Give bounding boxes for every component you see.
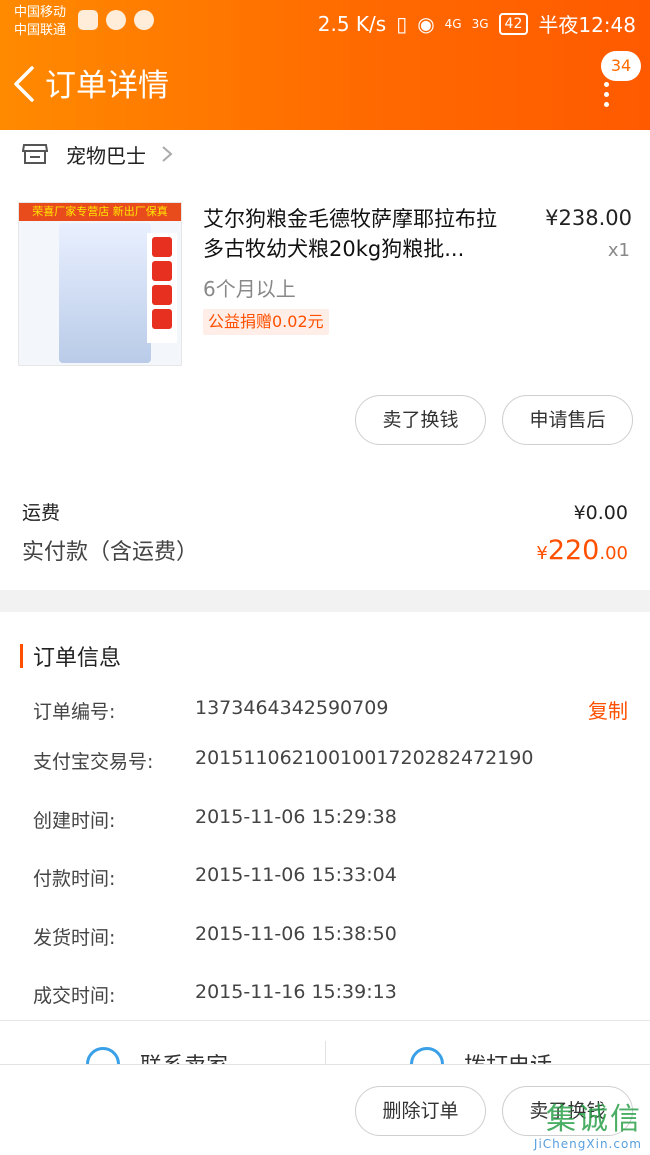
contact-divider	[325, 1041, 326, 1064]
page-title: 订单详情	[45, 68, 169, 104]
call-phone-button[interactable]: 拨打电话	[410, 1047, 552, 1064]
notification-icons	[78, 10, 154, 30]
product-sku: 6个月以上	[203, 277, 296, 301]
product-quantity: x1	[607, 240, 630, 261]
deal-time-label: 成交时间:	[33, 985, 116, 1007]
product-image-banner: 荣喜厂家专营店 新出厂保真	[19, 203, 181, 221]
order-number-value: 1373464342590709	[195, 697, 389, 719]
alipay-trade-value: 2015110621001001720282472190	[195, 747, 534, 769]
product-title[interactable]: 艾尔狗粮金毛德牧萨摩耶拉布拉多古牧幼犬粮20kg狗粮批...	[203, 204, 515, 264]
order-info-section: 订单信息 复制 订单编号: 1373464342590709 支付宝交易号: 2…	[0, 612, 650, 1020]
status-right: 2.5 K/s ▯ ◉ 4G 3G 42 半夜12:48	[318, 9, 636, 38]
carrier-2: 中国联通	[14, 23, 67, 38]
paid-label: 实付款（含运费）	[22, 540, 199, 565]
chat-bubble-icon	[106, 10, 126, 30]
paid-amount: ¥220.00	[536, 535, 628, 566]
alipay-trade-label: 支付宝交易号:	[33, 751, 154, 773]
phone-icon	[410, 1047, 444, 1064]
carrier-1: 中国移动	[14, 5, 67, 20]
site-watermark: 集诚信 JiChengXin.com	[533, 1102, 642, 1152]
store-icon	[22, 144, 48, 164]
deal-time-value: 2015-11-16 15:39:13	[195, 981, 397, 1003]
flower-icon	[134, 10, 154, 30]
call-phone-label: 拨打电话	[464, 1048, 552, 1064]
back-arrow-icon[interactable]	[10, 64, 40, 104]
created-time-label: 创建时间:	[33, 810, 116, 832]
paid-currency: ¥	[536, 543, 548, 564]
after-sale-button[interactable]: 申请售后	[502, 395, 633, 445]
order-card: 宠物巴士 荣喜厂家专营店 新出厂保真 艾尔狗粮金毛德牧萨摩耶拉布拉多古牧幼犬粮2…	[0, 130, 650, 590]
chevron-right-icon	[162, 146, 173, 162]
nav-bar: 订单详情 34	[0, 51, 650, 122]
order-info-header: 订单信息	[20, 640, 121, 672]
header-bar: 中国移动 中国联通 2.5 K/s ▯ ◉ 4G 3G 42 半夜12:48 订…	[0, 0, 650, 130]
paid-row: 实付款（含运费） ¥220.00	[22, 534, 628, 566]
bottom-action-bar: 删除订单 卖了换钱 集诚信 JiChengXin.com	[0, 1064, 650, 1155]
contact-seller-button[interactable]: 联系卖家	[86, 1047, 228, 1064]
more-icon[interactable]	[600, 82, 612, 108]
charity-tag: 公益捐赠0.02元	[203, 309, 329, 335]
shipped-time-value: 2015-11-06 15:38:50	[195, 923, 397, 945]
contact-bar: 联系卖家 拨打电话	[0, 1020, 650, 1064]
chat-icon	[86, 1047, 120, 1064]
paid-time-value: 2015-11-06 15:33:04	[195, 864, 397, 886]
shipping-label: 运费	[22, 502, 61, 524]
eye-icon: ◉	[417, 11, 435, 36]
dog-food-bag	[59, 223, 151, 363]
paid-integer: 220	[547, 535, 600, 566]
shop-link[interactable]: 宠物巴士	[22, 138, 174, 170]
network-speed: 2.5 K/s	[317, 11, 387, 36]
shop-name: 宠物巴士	[66, 143, 146, 168]
message-count-badge[interactable]: 34	[601, 51, 641, 81]
section-accent-bar	[20, 644, 23, 668]
paid-decimal: .00	[599, 543, 628, 564]
signal-4g: 4G	[444, 16, 462, 31]
watermark-url: JiChengXin.com	[533, 1137, 642, 1151]
product-price: ¥238.00	[545, 206, 632, 230]
carrier-info: 中国移动 中国联通	[14, 4, 66, 40]
vibrate-icon: ▯	[396, 11, 408, 36]
free-shipping-tag	[147, 233, 177, 343]
clock: 半夜12:48	[538, 13, 636, 37]
paid-time-label: 付款时间:	[33, 868, 116, 890]
delete-order-button[interactable]: 删除订单	[355, 1086, 486, 1136]
contact-seller-label: 联系卖家	[140, 1048, 228, 1064]
status-bar: 中国移动 中国联通 2.5 K/s ▯ ◉ 4G 3G 42 半夜12:48	[0, 0, 650, 44]
order-info-title: 订单信息	[33, 646, 122, 671]
shipping-value: ¥0.00	[573, 502, 628, 524]
signal-3g: 3G	[471, 16, 489, 31]
battery-level: 42	[498, 12, 529, 35]
order-number-label: 订单编号:	[33, 701, 116, 723]
created-time-value: 2015-11-06 15:29:38	[195, 806, 397, 828]
watermark-logo: 集诚信	[546, 1102, 642, 1137]
sell-button[interactable]: 卖了换钱	[355, 395, 486, 445]
shipping-row: 运费 ¥0.00	[22, 498, 628, 525]
copy-order-number-button[interactable]: 复制	[588, 695, 628, 724]
shield-icon	[78, 10, 98, 30]
product-image[interactable]: 荣喜厂家专营店 新出厂保真	[18, 202, 182, 366]
shipped-time-label: 发货时间:	[33, 927, 116, 949]
